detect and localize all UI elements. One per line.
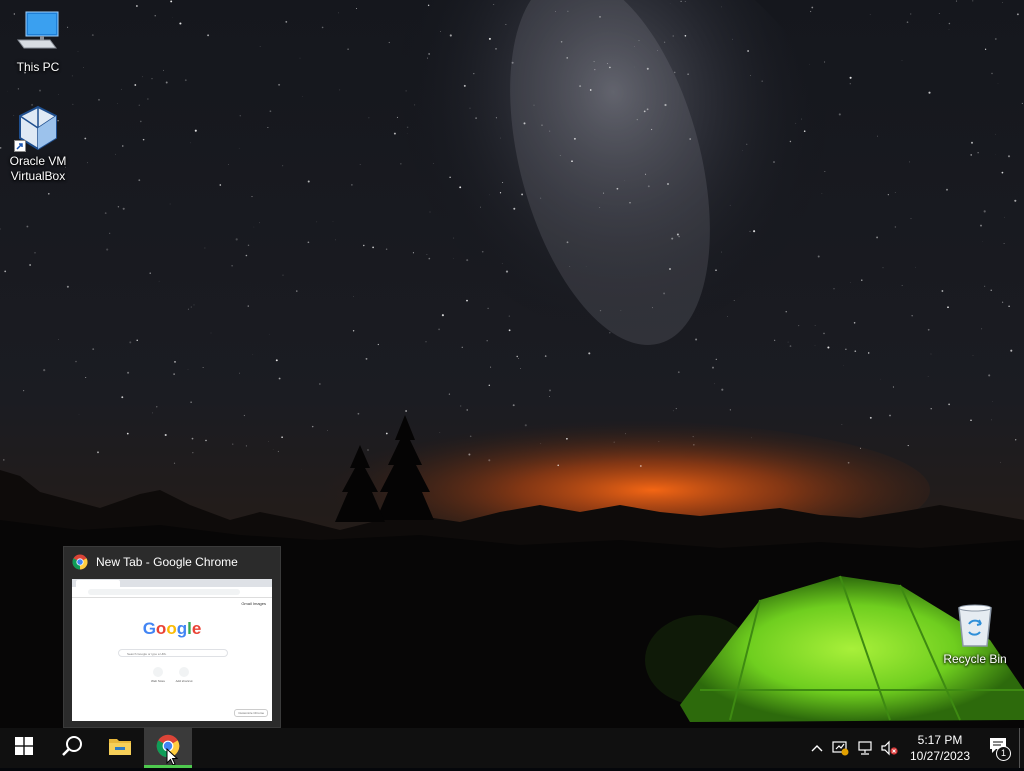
recycle-bin-desktop-icon[interactable]: Recycle Bin [937, 602, 1013, 667]
preview-title-bar: New Tab - Google Chrome [64, 547, 280, 577]
thumb-search-box: Search Google or type a URL [118, 649, 228, 657]
thumb-address-bar [72, 587, 272, 598]
chrome-icon [72, 554, 88, 570]
volume-muted-icon[interactable] [877, 728, 901, 768]
thumb-shortcut: Add shortcut [172, 667, 196, 683]
monitor-icon [14, 10, 62, 58]
recycle-bin-icon [951, 602, 999, 650]
thumb-tab-bar [72, 579, 272, 587]
security-alert-icon[interactable] [829, 728, 853, 768]
chevron-up-icon[interactable] [805, 728, 829, 768]
search-icon [61, 735, 83, 762]
folder-icon [108, 736, 132, 761]
file-explorer-button[interactable] [96, 728, 144, 768]
thumb-google-logo: Google [72, 619, 272, 639]
taskbar-thumbnail-preview[interactable]: New Tab - Google Chrome Gmail Images Goo… [63, 546, 281, 728]
clock-date: 10/27/2023 [905, 748, 975, 764]
virtualbox-label: Oracle VM VirtualBox [0, 154, 76, 184]
show-desktop-button[interactable] [1019, 728, 1024, 768]
chrome-taskbar-button[interactable] [144, 728, 192, 768]
thumb-customize-button: Customize Chrome [234, 709, 268, 717]
start-button[interactable] [0, 728, 48, 768]
shortcut-arrow-icon [14, 140, 26, 152]
virtualbox-icon [14, 104, 62, 152]
thumb-header-links: Gmail Images [241, 601, 266, 606]
clock[interactable]: 5:17 PM 10/27/2023 [905, 732, 975, 764]
thumb-shortcut: Web Store [146, 667, 170, 683]
this-pc-label: This PC [0, 60, 76, 75]
notification-count-badge: 1 [996, 746, 1011, 761]
clock-time: 5:17 PM [905, 732, 975, 748]
virtualbox-desktop-icon[interactable]: Oracle VM VirtualBox [0, 104, 76, 184]
taskbar: 5:17 PM 10/27/2023 1 [0, 728, 1024, 768]
this-pc-desktop-icon[interactable]: This PC [0, 10, 76, 75]
preview-thumbnail-image[interactable]: Gmail Images Google Search Google or typ… [72, 579, 272, 721]
preview-title-text: New Tab - Google Chrome [96, 555, 238, 569]
system-tray: 5:17 PM 10/27/2023 1 [805, 728, 1024, 768]
recycle-bin-label: Recycle Bin [937, 652, 1013, 667]
action-center-button[interactable]: 1 [979, 728, 1019, 768]
windows-logo-icon [15, 737, 33, 760]
search-button[interactable] [48, 728, 96, 768]
network-icon[interactable] [853, 728, 877, 768]
